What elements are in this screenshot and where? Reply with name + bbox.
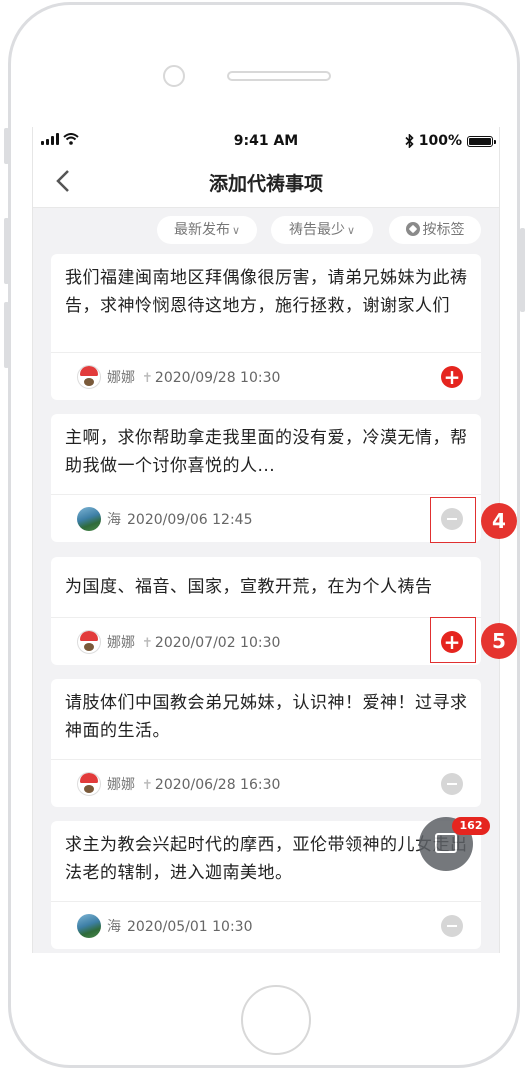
cross-icon: ✝ bbox=[142, 371, 153, 386]
post-meta: 娜娜 ✝ 2020/06/28 16:30 bbox=[107, 774, 280, 794]
filter-by-tag-button[interactable]: 按标签 bbox=[389, 216, 481, 244]
author-name: 娜娜 bbox=[107, 777, 135, 793]
post-date: 2020/07/02 10:30 bbox=[154, 635, 281, 651]
battery-icon bbox=[467, 135, 496, 147]
volume-down-button bbox=[4, 302, 9, 368]
filter-latest-dropdown[interactable]: 最新发布 ∨ bbox=[157, 216, 257, 244]
filter-least-prayed-label: 祷告最少 bbox=[288, 222, 345, 238]
author-name: 娜娜 bbox=[107, 370, 135, 386]
chevron-down-icon: ∨ bbox=[231, 224, 241, 237]
highlight-remove-box bbox=[430, 497, 476, 543]
avatar bbox=[77, 772, 101, 796]
cross-icon: ✝ bbox=[142, 636, 153, 651]
post-date: 2020/05/01 10:30 bbox=[127, 919, 253, 935]
earpiece-speaker bbox=[227, 71, 331, 81]
prayer-text: 主啊，求你帮助拿走我里面的没有爱，冷漠无情，帮助我做一个讨你喜悦的人... bbox=[65, 428, 468, 476]
prayer-card[interactable]: 我们福建闽南地区拜偶像很厉害，请弟兄姊妹为此祷告，求神怜悯恩待这地方，施行拯救，… bbox=[51, 254, 481, 400]
filter-least-prayed-dropdown[interactable]: 祷告最少 ∨ bbox=[271, 216, 373, 244]
highlight-add-box bbox=[430, 617, 476, 663]
avatar bbox=[77, 630, 101, 654]
prayer-card[interactable]: 主啊，求你帮助拿走我里面的没有爱，冷漠无情，帮助我做一个讨你喜悦的人... 海2… bbox=[51, 414, 481, 542]
prayer-text: 请肢体们中国教会弟兄姊妹，认识神！爱神！过寻求神面的生活。 bbox=[65, 693, 468, 741]
step-badge-4: 4 bbox=[481, 503, 517, 539]
home-button[interactable] bbox=[241, 985, 311, 1055]
remove-prayer-button[interactable] bbox=[441, 915, 463, 937]
avatar bbox=[77, 914, 101, 938]
prayer-count-badge: 162 bbox=[452, 817, 490, 835]
prayer-card[interactable]: 求主为教会兴起时代的摩西，亚伦带领神的儿女走出法老的辖制，进入迦南美地。 海 20… bbox=[51, 821, 481, 949]
post-meta: 海 2020/09/06 12:45 bbox=[107, 509, 253, 529]
post-date: 2020/09/06 12:45 bbox=[127, 512, 253, 528]
post-date: 2020/09/28 10:30 bbox=[154, 370, 281, 386]
card-footer: 娜娜 ✝ 2020/09/28 10:30 + bbox=[51, 352, 481, 401]
prayer-card[interactable]: 请肢体们中国教会弟兄姊妹，认识神！爱神！过寻求神面的生活。 娜娜 ✝ 2020/06… bbox=[51, 679, 481, 807]
status-right-group: 100% bbox=[405, 133, 496, 149]
plus-icon: + bbox=[443, 365, 461, 389]
prayer-card[interactable]: 为国度、福音、国家，宣教开荒，在为个人祷告 娜娜 ✝ 2020/07/02 10:3… bbox=[51, 557, 481, 665]
filter-by-tag-label: 按标签 bbox=[422, 222, 465, 238]
add-prayer-button[interactable]: + bbox=[441, 366, 463, 388]
prayer-text: 求主为教会兴起时代的摩西，亚伦带领神的儿女走出法老的辖制，进入迦南美地。 bbox=[65, 835, 468, 883]
filter-latest-label: 最新发布 bbox=[173, 222, 230, 238]
step-badge-5: 5 bbox=[481, 623, 517, 659]
post-meta: 娜娜 ✝ 2020/07/02 10:30 bbox=[107, 632, 280, 652]
mute-switch bbox=[4, 128, 9, 164]
author-name: 海 bbox=[107, 512, 121, 528]
prayer-text: 为国度、福音、国家，宣教开荒，在为个人祷告 bbox=[65, 577, 433, 597]
card-footer: 海 2020/05/01 10:30 bbox=[51, 901, 481, 950]
remove-prayer-button[interactable] bbox=[441, 773, 463, 795]
volume-up-button bbox=[4, 218, 9, 284]
front-camera bbox=[163, 65, 185, 87]
page-title: 添加代祷事项 bbox=[208, 173, 323, 195]
avatar bbox=[77, 507, 101, 531]
card-footer: 海 2020/09/06 12:45 bbox=[51, 494, 481, 543]
card-footer: 娜娜 ✝ 2020/07/02 10:30 + bbox=[51, 617, 481, 666]
author-name: 海 bbox=[107, 919, 121, 935]
power-button bbox=[520, 228, 525, 312]
post-meta: 娜娜 ✝ 2020/09/28 10:30 bbox=[107, 367, 280, 387]
post-meta: 海 2020/05/01 10:30 bbox=[107, 916, 253, 936]
cross-icon: ✝ bbox=[142, 778, 153, 793]
chevron-down-icon: ∨ bbox=[346, 224, 356, 237]
nav-bar: 添加代祷事项 bbox=[33, 155, 499, 208]
battery-percent: 100% bbox=[418, 133, 462, 149]
filter-bar: 最新发布 ∨ 祷告最少 ∨ 按标签 bbox=[33, 208, 499, 250]
prayer-text: 我们福建闽南地区拜偶像很厉害，请弟兄姊妹为此祷告，求神怜悯恩待这地方，施行拯救，… bbox=[65, 268, 468, 316]
post-date: 2020/06/28 16:30 bbox=[154, 777, 281, 793]
tag-icon bbox=[405, 222, 420, 236]
card-footer: 娜娜 ✝ 2020/06/28 16:30 bbox=[51, 759, 481, 808]
bluetooth-icon bbox=[405, 134, 414, 148]
status-bar: 9:41 AM 100% bbox=[33, 127, 499, 155]
author-name: 娜娜 bbox=[107, 635, 135, 651]
avatar bbox=[77, 365, 101, 389]
